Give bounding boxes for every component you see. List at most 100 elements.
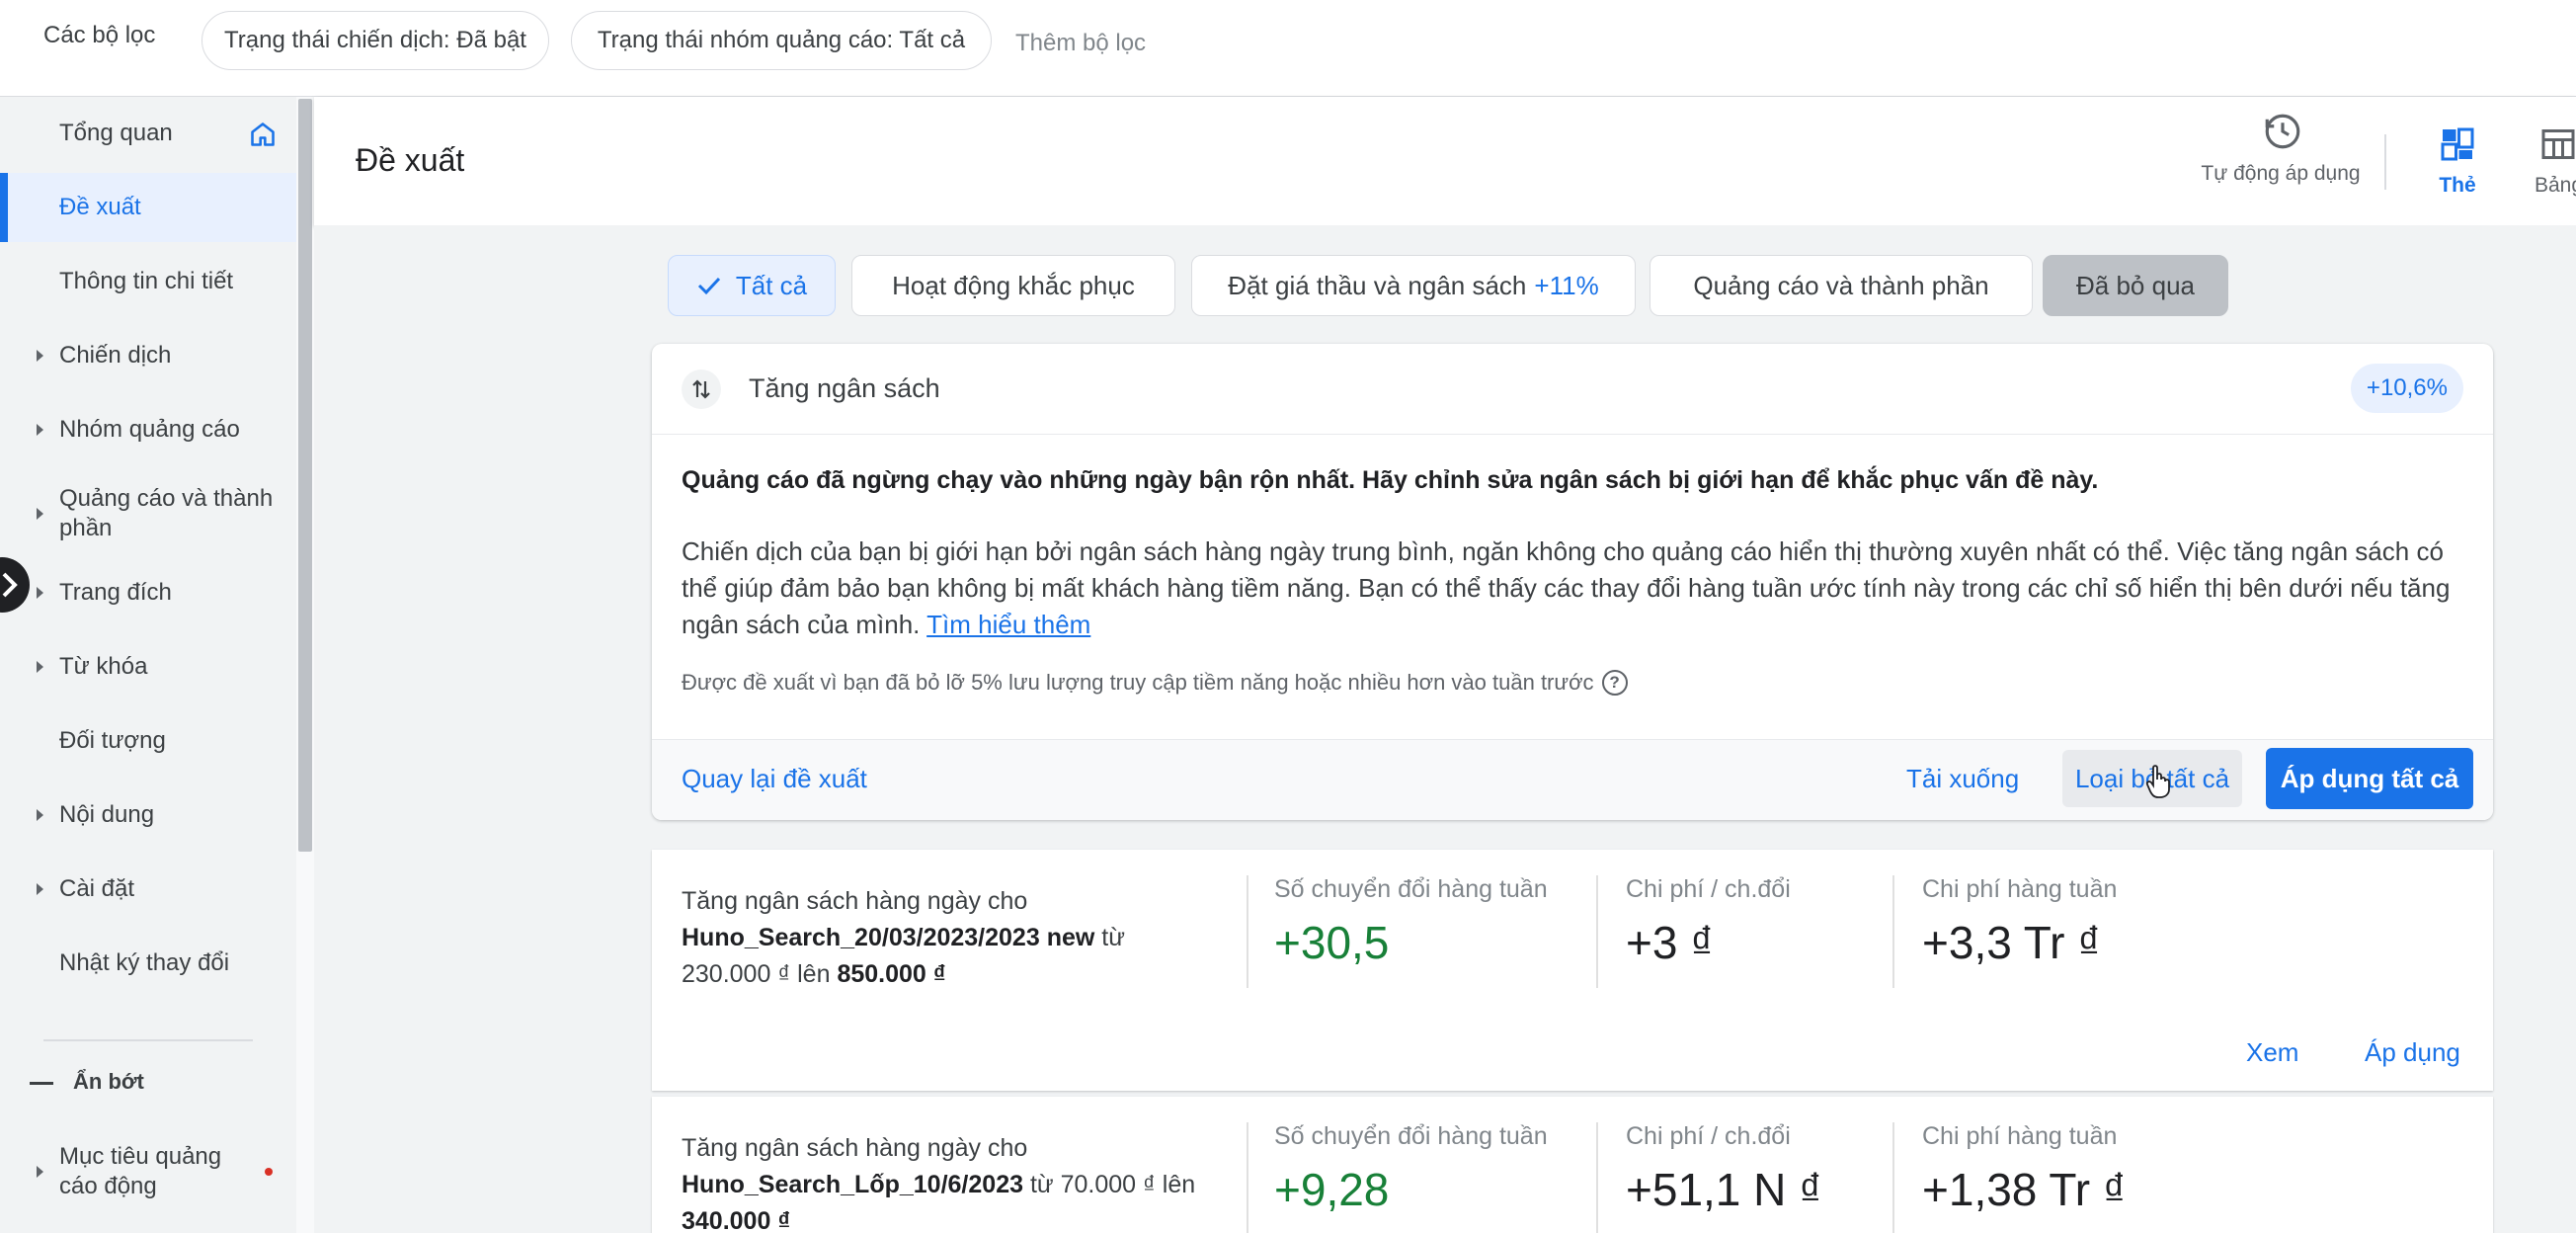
- apply-all-button[interactable]: Áp dụng tất cả: [2266, 748, 2473, 809]
- rec-to-word: lên: [797, 960, 831, 988]
- tab-all[interactable]: Tất cả: [668, 255, 836, 316]
- sidebar-item-campaigns[interactable]: Chiến dịch: [0, 321, 296, 390]
- sidebar-item-dynamic-ad-targets[interactable]: Mục tiêu quảng cáo động: [0, 1136, 296, 1207]
- card-view-icon[interactable]: [2440, 126, 2475, 162]
- tab-label: Hoạt động khắc phục: [892, 270, 1135, 300]
- sidebar-item-label: Chiến dịch: [59, 342, 172, 369]
- rec-to-word: lên: [1162, 1171, 1196, 1198]
- recommended-budget: 850.000 ₫: [837, 960, 946, 988]
- sidebar-item-label: Thông tin chi tiết: [59, 268, 234, 294]
- help-icon[interactable]: ?: [1601, 670, 1628, 696]
- recommendation-card: Tăng ngân sách +10,6% Quảng cáo đã ngừng…: [652, 344, 2493, 820]
- metric-value: +3 ₫: [1626, 917, 1714, 968]
- filters-label: Các bộ lọc: [43, 22, 156, 48]
- metric-label: Chi phí / ch.đổi: [1626, 1122, 1791, 1150]
- sidebar-item-keywords[interactable]: Từ khóa: [0, 632, 296, 701]
- current-budget: 70.000 ₫: [1060, 1171, 1156, 1198]
- table-view-icon[interactable]: [2540, 126, 2576, 162]
- tab-label: Đặt giá thầu và ngân sách: [1228, 270, 1527, 300]
- sidebar-item-adgroups[interactable]: Nhóm quảng cáo: [0, 395, 296, 464]
- recommended-budget: 340.000 ₫: [682, 1207, 791, 1233]
- metric-value: +9,28: [1274, 1164, 1390, 1215]
- expand-arrow-icon: [37, 661, 43, 673]
- sidebar-item-audiences[interactable]: Đối tượng: [0, 706, 296, 776]
- swap-vertical-icon: [682, 370, 721, 409]
- back-to-recommendations-link[interactable]: Quay lại đề xuất: [682, 764, 867, 794]
- metric-cost-per-conversion: Chi phí / ch.đổi +51,1 N ₫: [1626, 1122, 1822, 1216]
- sidebar-item-label: Đối tượng: [59, 727, 166, 754]
- app-root: Các bộ lọc Trạng thái chiến dịch: Đã bật…: [0, 0, 2576, 1233]
- card-header: Tăng ngân sách +10,6%: [652, 344, 2493, 435]
- sidebar-item-settings[interactable]: Cài đặt: [0, 855, 296, 924]
- expand-arrow-icon: [37, 350, 43, 362]
- metric-value: +3,3 Tr ₫: [1922, 917, 2101, 968]
- metric-conversions: Số chuyển đổi hàng tuần +9,28: [1274, 1122, 1548, 1216]
- sidebar-item-overview[interactable]: Tổng quan: [0, 99, 296, 168]
- column-divider: [1247, 875, 1248, 988]
- sidebar-item-label: Tổng quan: [59, 120, 173, 146]
- column-divider: [1892, 1122, 1894, 1233]
- chevron-right-icon: [2, 572, 18, 598]
- tab-ads-assets[interactable]: Quảng cáo và thành phần: [1650, 255, 2033, 316]
- tab-bidding-budget[interactable]: Đặt giá thầu và ngân sách +11%: [1191, 255, 1636, 316]
- column-divider: [1892, 875, 1894, 988]
- collapse-icon[interactable]: [30, 1082, 53, 1085]
- history-clock-icon[interactable]: [2262, 111, 2303, 152]
- sidebar-item-label: Trang đích: [59, 579, 172, 606]
- auto-apply-button[interactable]: Tự động áp dụng: [2197, 160, 2365, 187]
- sidebar-item-label: Mục tiêu quảng cáo động: [59, 1143, 222, 1199]
- card-reason-text: Được đề xuất vì bạn đã bỏ lỡ 5% lưu lượn…: [682, 670, 1594, 695]
- card-description: Chiến dịch của bạn bị giới hạn bởi ngân …: [682, 534, 2459, 643]
- page-title: Đề xuất: [356, 142, 465, 178]
- expand-arrow-icon: [37, 587, 43, 599]
- view-button[interactable]: Xem: [2246, 1037, 2298, 1068]
- tab-dismissed[interactable]: Đã bỏ qua: [2043, 255, 2228, 316]
- apply-button[interactable]: Áp dụng: [2365, 1037, 2460, 1068]
- expand-arrow-icon: [37, 1166, 43, 1178]
- download-button[interactable]: Tải xuống: [1906, 764, 2019, 794]
- sidebar-item-change-history[interactable]: Nhật ký thay đổi: [0, 929, 296, 998]
- collapse-toggle[interactable]: Ẩn bớt: [73, 1069, 144, 1095]
- notification-dot: [265, 1168, 273, 1176]
- sidebar-divider: [43, 1039, 253, 1041]
- sidebar-scrollbar-thumb[interactable]: [298, 99, 312, 852]
- metric-value: +51,1 N ₫: [1626, 1164, 1822, 1215]
- column-divider: [1247, 1122, 1248, 1233]
- filter-chip-adgroup-status[interactable]: Trạng thái nhóm quảng cáo: Tất cả: [571, 11, 992, 70]
- metric-label: Số chuyển đổi hàng tuần: [1274, 875, 1548, 903]
- uplift-badge: +10,6%: [2350, 364, 2463, 413]
- sidebar-item-label: Đề xuất: [59, 194, 141, 220]
- expand-arrow-icon: [37, 508, 43, 520]
- check-icon: [697, 277, 720, 295]
- campaign-name: Huno_Search_Lốp_10/6/2023: [682, 1171, 1023, 1198]
- tab-uplift: +11%: [1534, 270, 1599, 300]
- sidebar-item-insights[interactable]: Thông tin chi tiết: [0, 247, 296, 316]
- rec-from-word: từ: [1029, 1171, 1054, 1198]
- sidebar-item-content[interactable]: Nội dung: [0, 781, 296, 850]
- metric-label: Chi phí hàng tuần: [1922, 1122, 2118, 1150]
- table-view-button[interactable]: Bảng: [2535, 174, 2576, 198]
- expand-arrow-icon: [37, 883, 43, 895]
- sidebar-item-recommendations[interactable]: Đề xuất: [0, 173, 296, 242]
- tab-label: Đã bỏ qua: [2076, 270, 2195, 300]
- home-icon: [251, 123, 275, 146]
- learn-more-link[interactable]: Tìm hiểu thêm: [926, 610, 1090, 639]
- card-title: Tăng ngân sách: [749, 373, 940, 403]
- recommendation-description: Tăng ngân sách hàng ngày cho Huno_Search…: [682, 1130, 1215, 1233]
- sidebar-item-label: Cài đặt: [59, 875, 135, 902]
- current-budget: 230.000 ₫: [682, 960, 791, 988]
- add-filter-link[interactable]: Thêm bộ lọc: [1015, 30, 1146, 57]
- card-view-button[interactable]: Thẻ: [2416, 174, 2499, 198]
- filter-chip-campaign-status[interactable]: Trạng thái chiến dịch: Đã bật: [201, 11, 549, 70]
- sidebar-item-landing-pages[interactable]: Trang đích: [0, 558, 296, 627]
- recommendation-description: Tăng ngân sách hàng ngày cho Huno_Search…: [682, 883, 1215, 993]
- column-divider: [1596, 1122, 1598, 1233]
- metric-value: +30,5: [1274, 917, 1390, 968]
- tab-fixes[interactable]: Hoạt động khắc phục: [851, 255, 1175, 316]
- sidebar-item-ads-assets[interactable]: Quảng cáo và thành phần: [0, 469, 296, 558]
- card-reason: Được đề xuất vì bạn đã bỏ lỡ 5% lưu lượn…: [682, 670, 1628, 696]
- metric-weekly-cost: Chi phí hàng tuần +3,3 Tr ₫: [1922, 875, 2117, 969]
- header-divider: [2384, 134, 2386, 190]
- metric-conversions: Số chuyển đổi hàng tuần +30,5: [1274, 875, 1548, 969]
- expand-arrow-icon: [37, 809, 43, 821]
